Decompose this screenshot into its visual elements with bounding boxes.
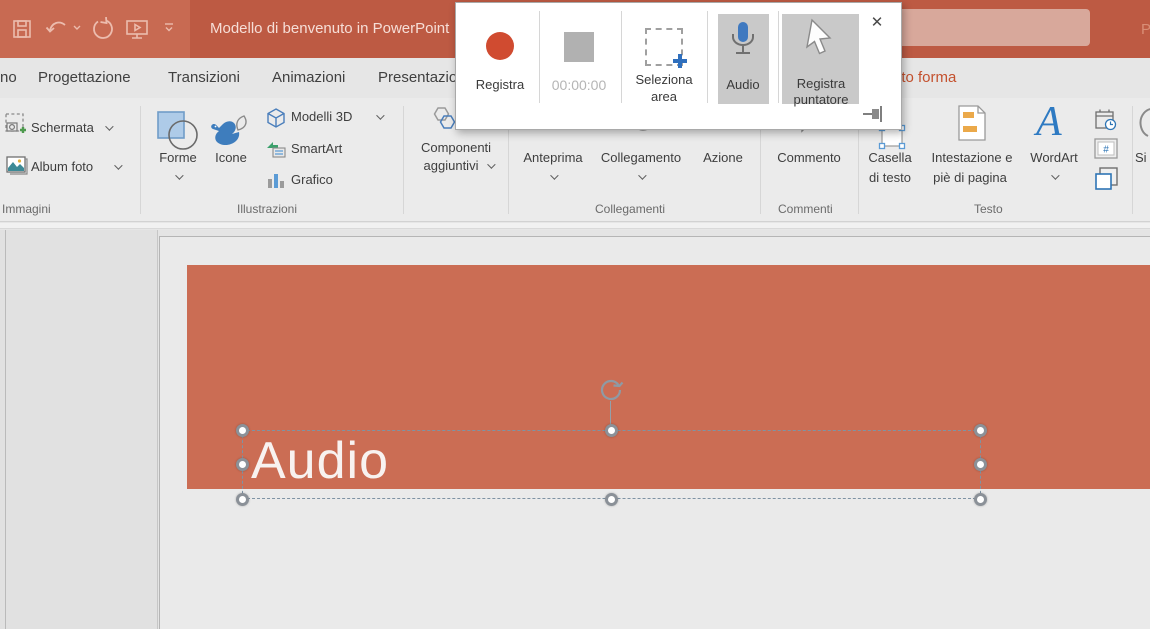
header-footer-label-line2[interactable]: piè di pagina: [933, 170, 1007, 185]
icons-label[interactable]: Icone: [215, 150, 247, 165]
3d-models-icon[interactable]: [266, 108, 286, 133]
add-ins-label-line1[interactable]: Componenti: [421, 140, 491, 155]
audio-label: Audio: [726, 77, 759, 92]
chart-label[interactable]: Grafico: [291, 172, 333, 187]
rotate-handle-icon[interactable]: [597, 377, 625, 408]
chevron-down-icon[interactable]: [550, 171, 558, 179]
chevron-down-icon[interactable]: [376, 111, 384, 119]
comment-label[interactable]: Commento: [777, 150, 841, 165]
screen-recording-toolbar: Registra 00:00:00 Seleziona area Audio: [455, 2, 902, 130]
group-label-testo: Testo: [974, 202, 1003, 216]
smartart-icon[interactable]: [266, 140, 286, 163]
symbol-label-partial[interactable]: Si: [1135, 150, 1147, 165]
wordart-label[interactable]: WordArt: [1030, 150, 1077, 165]
chevron-down-icon[interactable]: [114, 161, 122, 169]
document-title: Modello di benvenuto in PowerPoint: [210, 20, 449, 37]
save-icon[interactable]: [10, 17, 34, 41]
group-label-commenti: Commenti: [778, 202, 833, 216]
toolbar-divider: [539, 11, 540, 103]
text-box-label-line1[interactable]: Casella: [868, 150, 911, 165]
chevron-down-icon[interactable]: [1051, 171, 1059, 179]
add-ins-label-line2[interactable]: aggiuntivi: [424, 158, 479, 173]
ribbon-bottom-strip: [0, 223, 1150, 229]
wordart-icon[interactable]: A: [1036, 100, 1062, 144]
symbol-icon[interactable]: [1138, 106, 1150, 145]
slide-number-icon[interactable]: #: [1094, 138, 1118, 165]
screenshot-icon[interactable]: [4, 112, 28, 143]
qat-customize-icon[interactable]: [162, 22, 176, 34]
account-partial-text: P: [1141, 21, 1150, 38]
select-area-label-line2[interactable]: area: [651, 89, 677, 104]
group-label-collegamenti: Collegamenti: [595, 202, 665, 216]
resize-handle-middle-right[interactable]: [974, 458, 987, 471]
group-label-immagini: Immagini: [2, 202, 51, 216]
recording-timer: 00:00:00: [552, 77, 607, 93]
group-divider: [1132, 106, 1133, 214]
resize-handle-bottom-center[interactable]: [605, 493, 618, 506]
powerpoint-window: Modello di benvenuto in PowerPoint P no …: [0, 0, 1150, 629]
shapes-label[interactable]: Forme: [159, 150, 197, 165]
search-box[interactable]: [898, 9, 1090, 46]
resize-handle-top-center[interactable]: [605, 424, 618, 437]
resize-handle-bottom-left[interactable]: [236, 493, 249, 506]
resize-handle-bottom-right[interactable]: [974, 493, 987, 506]
chevron-down-icon[interactable]: [638, 171, 646, 179]
tab-progettazione[interactable]: Progettazione: [38, 69, 131, 86]
photo-album-label[interactable]: Album foto: [31, 159, 93, 174]
preview-label[interactable]: Anteprima: [523, 150, 582, 165]
hyperlink-label[interactable]: Collegamento: [601, 150, 681, 165]
undo-dropdown-icon[interactable]: [72, 24, 82, 32]
select-area-label-line1[interactable]: Seleziona: [635, 72, 692, 87]
resize-handle-top-left[interactable]: [236, 424, 249, 437]
group-divider: [403, 106, 404, 214]
record-pointer-label-line2: puntatore: [794, 92, 849, 107]
slide-banner-shape[interactable]: Audio: [187, 265, 1150, 489]
object-icon[interactable]: [1094, 166, 1120, 197]
editing-workspace: Audio: [0, 230, 1150, 629]
stop-icon[interactable]: [564, 32, 594, 62]
record-icon[interactable]: [486, 32, 514, 60]
slide-thumbnail-pane[interactable]: [0, 230, 158, 629]
slide-title-text[interactable]: Audio: [251, 431, 389, 491]
header-footer-icon[interactable]: [956, 104, 988, 147]
record-pointer-label-line1: Registra: [797, 76, 845, 91]
start-presentation-icon[interactable]: [124, 17, 150, 43]
record-label[interactable]: Registra: [476, 77, 524, 92]
undo-icon[interactable]: [44, 17, 70, 41]
svg-text:#: #: [1103, 145, 1109, 156]
smartart-label[interactable]: SmartArt: [291, 141, 342, 156]
toolbar-divider: [707, 11, 708, 103]
pin-icon[interactable]: [861, 104, 887, 129]
3d-models-label[interactable]: Modelli 3D: [291, 109, 352, 124]
pane-edge-line: [5, 230, 6, 629]
slide-canvas[interactable]: Audio: [159, 236, 1150, 629]
chevron-down-icon[interactable]: [105, 122, 113, 130]
tab-disegno-partial[interactable]: no: [0, 69, 17, 86]
date-time-icon[interactable]: [1094, 108, 1118, 137]
audio-toggle-button[interactable]: Audio: [718, 14, 769, 104]
close-icon[interactable]: ✕: [867, 13, 887, 33]
record-pointer-toggle-button[interactable]: Registra puntatore: [782, 14, 859, 104]
resize-handle-middle-left[interactable]: [236, 458, 249, 471]
chevron-down-icon[interactable]: [487, 160, 495, 168]
tab-transizioni[interactable]: Transizioni: [168, 69, 240, 86]
toolbar-divider: [621, 11, 622, 103]
text-box-label-line2[interactable]: di testo: [869, 170, 911, 185]
resize-handle-top-right[interactable]: [974, 424, 987, 437]
chevron-down-icon[interactable]: [175, 171, 183, 179]
screenshot-label[interactable]: Schermata: [31, 120, 94, 135]
tab-animazioni[interactable]: Animazioni: [272, 69, 345, 86]
chart-icon[interactable]: [266, 171, 286, 195]
redo-icon[interactable]: [90, 17, 116, 43]
header-footer-label-line1[interactable]: Intestazione e: [932, 150, 1013, 165]
group-divider: [140, 106, 141, 214]
toolbar-divider: [778, 11, 779, 103]
group-label-illustrazioni: Illustrazioni: [237, 202, 297, 216]
photo-album-icon[interactable]: [3, 154, 29, 181]
action-label[interactable]: Azione: [703, 150, 743, 165]
